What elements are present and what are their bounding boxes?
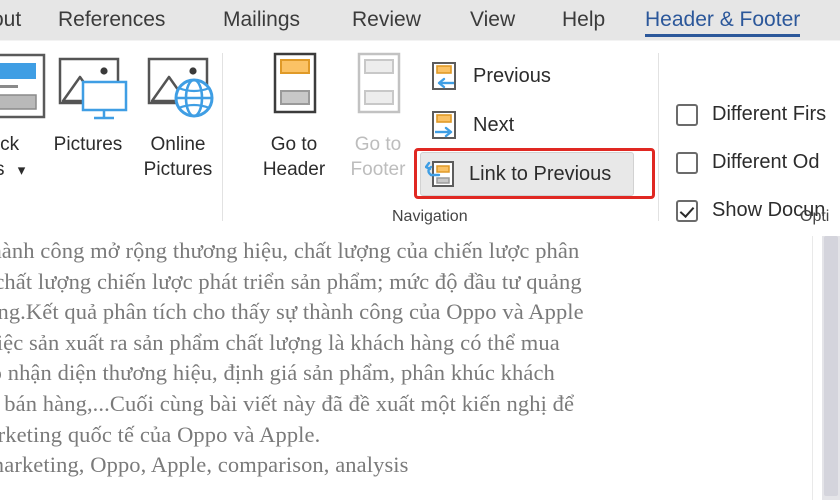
tab-header-and-footer[interactable]: Header & Footer [645,0,801,40]
next-label: Next [473,113,515,136]
previous-icon [432,62,456,90]
tab-help[interactable]: Help [562,0,605,40]
next-button[interactable]: Next [424,104,630,146]
tab-layout[interactable]: out [0,0,21,40]
word-window: out References Mailings Review View Help… [0,0,840,500]
go-to-header-button[interactable]: Go to Header [248,49,340,182]
go-to-footer-icon [357,52,401,114]
tab-label: References [58,8,166,31]
document-text: ng kê đến thành công mở rộng thương hiệu… [0,236,812,500]
go-to-footer-label-line2: Footer [350,159,406,180]
tab-label: Header & Footer [645,8,801,31]
online-pictures-button[interactable]: Online Pictures [131,49,225,182]
pictures-button[interactable]: Pictures [42,49,134,157]
different-odd-even-checkbox[interactable] [676,151,698,174]
doc-line: ng kê đến thành công mở rộng thương hiệu… [0,238,580,263]
tab-label: View [470,8,516,31]
link-to-previous-icon [425,161,454,187]
online-pictures-icon [147,57,214,118]
tab-label: Mailings [223,8,301,31]
go-to-footer-label-line1: Go to [354,134,402,155]
options-group-label: Opti [800,208,830,225]
previous-label: Previous [473,64,551,87]
ribbon-tab-strip: out References Mailings Review View Help… [0,0,840,41]
previous-button[interactable]: Previous [424,55,630,97]
tab-review[interactable]: Review [352,0,421,40]
go-to-header-icon [273,52,317,114]
scrollbar-thumb[interactable] [824,236,838,496]
vertical-scrollbar[interactable] [822,236,840,500]
link-to-previous-label: Link to Previous [469,162,612,185]
online-pictures-label-line2: Pictures [143,159,213,180]
tab-label: Help [562,8,606,31]
go-to-footer-button: Go to Footer [332,49,424,182]
document-area[interactable]: ng kê đến thành công mở rộng thương hiệu… [0,236,840,500]
different-odd-even-checkbox-row[interactable]: Different Od [676,151,819,174]
doc-spacer [0,481,812,500]
group-separator [658,53,659,221]
different-odd-even-label: Different Od [712,151,820,173]
doc-line: ernational marketing, Oppo, Apple, compa… [0,452,409,478]
doc-line: hậu mãi sau bán hàng,...Cuối cùng bài vi… [0,390,575,416]
doc-line: cứu thị trường.Kết quả phân tích cho thấ… [0,299,584,325]
tab-view[interactable]: View [470,0,515,40]
chevron-down-icon[interactable]: ▾ [18,162,26,179]
go-to-header-label-line1: Go to [270,134,318,155]
link-to-previous-button[interactable]: Link to Previous [420,152,634,196]
pictures-label: Pictures [53,134,123,155]
different-first-page-checkbox[interactable] [676,103,698,126]
tab-label: Review [352,8,421,31]
tab-mailings[interactable]: Mailings [223,0,300,40]
doc-line: iến lược marketing quốc tế của Oppo và A… [0,421,321,447]
go-to-header-label-line2: Header [262,159,326,180]
ribbon: ick ts ▾ Pictures [0,41,840,266]
doc-line: ng định vị; chất lượng chiến lược phát t… [0,268,582,294]
document-page: ng kê đến thành công mở rộng thương hiệu… [0,236,812,500]
doc-line: n thuần là việc sản xuất ra sản phẩm chấ… [0,329,560,355]
tab-label: out [0,8,22,31]
navigation-group-label: Navigation [392,208,468,225]
different-first-page-label: Different Firs [712,103,827,125]
quick-parts-label-line2: ts [0,159,4,180]
pictures-icon [58,57,128,120]
online-pictures-label-line1: Online [150,134,206,155]
show-document-text-checkbox[interactable] [676,199,698,222]
tab-references[interactable]: References [58,0,165,40]
doc-line: việc mực độ nhận diện thương hiệu, định … [0,360,555,386]
next-icon [432,111,456,139]
different-first-page-checkbox-row[interactable]: Different Firs [676,103,826,126]
